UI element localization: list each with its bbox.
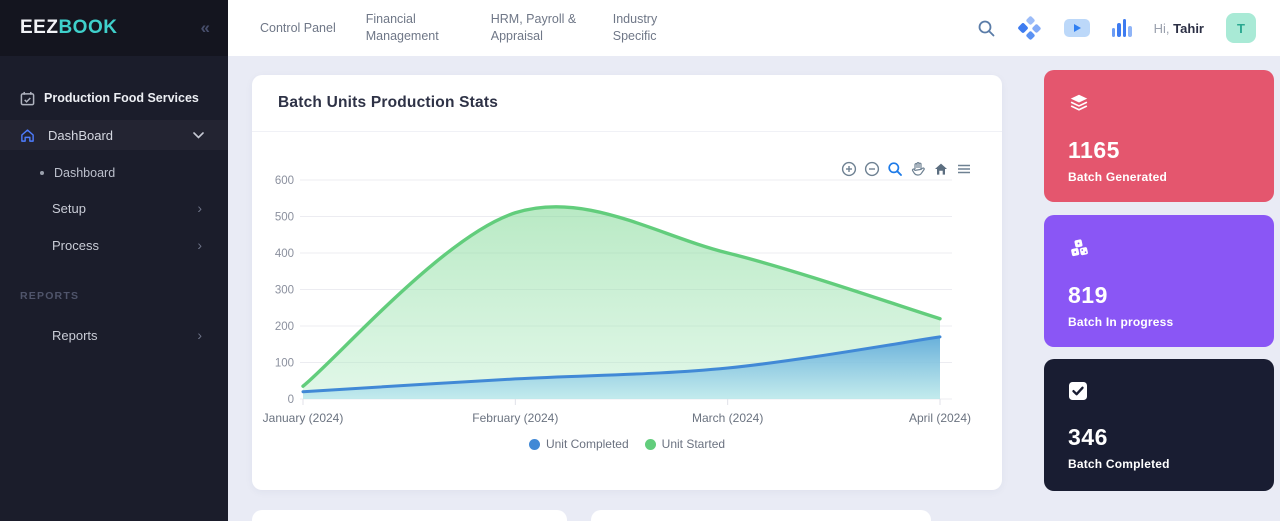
chevron-right-icon: › [197,200,202,216]
svg-text:0: 0 [288,394,294,406]
area-chart[interactable]: 0 100 200 300 400 500 600 January (2024) Februar… [252,75,1002,490]
sidebar-item-label: Dashboard [54,166,115,180]
sidebar-module-title[interactable]: Production Food Services [0,84,228,112]
zoom-out-icon[interactable] [864,161,880,177]
dice-icon [1068,237,1090,259]
sidebar-item-label: DashBoard [48,128,113,143]
sidebar-item-label: Setup [52,201,86,216]
stat-label: Batch In progress [1068,315,1250,329]
stat-card-batch-in-progress: 819 Batch In progress [1044,215,1274,347]
stat-card-batch-completed: 346 Batch Completed [1044,359,1274,491]
svg-text:March (2024): March (2024) [692,411,763,425]
legend-dot-blue [529,439,540,450]
topbar: Control Panel Financial Management HRM, … [228,0,1280,56]
sidebar-collapse-icon[interactable]: « [201,18,210,38]
pan-icon[interactable] [910,161,926,177]
chevron-down-icon [193,132,204,139]
calendar-check-icon [20,91,35,106]
chevron-right-icon: › [197,237,202,253]
logo-text-secondary: BOOK [58,17,117,38]
stat-label: Batch Completed [1068,457,1250,471]
sidebar-item-process[interactable]: Process › [0,230,228,260]
topbar-right: Hi, Tahir T [977,13,1280,43]
chart-card: Batch Units Production Stats [252,75,1002,490]
sidebar-item-label: Process [52,238,99,253]
chart-toolbar [841,161,972,177]
nav-item-control-panel[interactable]: Control Panel [260,20,336,37]
stat-label: Batch Generated [1068,170,1250,184]
sidebar-item-reports[interactable]: Reports › [0,320,228,350]
home-icon [20,128,35,143]
stat-value: 819 [1068,282,1250,309]
bar-chart-icon[interactable] [1112,19,1132,37]
user-greeting: Hi, Tahir [1154,21,1204,36]
avatar[interactable]: T [1226,13,1256,43]
partial-card-left [252,510,567,521]
svg-text:April (2024): April (2024) [909,411,971,425]
partial-card-right [591,510,931,521]
sidebar-item-label: Reports [52,328,98,343]
logo-text-primary: EEZ [20,17,58,38]
sidebar-item-dashboard-parent[interactable]: DashBoard [0,120,228,150]
svg-text:February (2024): February (2024) [472,411,558,425]
svg-text:200: 200 [275,321,294,333]
svg-text:January (2024): January (2024) [263,411,344,425]
nav-item-financial-management[interactable]: Financial Management [366,11,461,45]
search-icon[interactable] [977,19,996,38]
stat-card-batch-generated: 1165 Batch Generated [1044,70,1274,202]
legend-item-unit-completed[interactable]: Unit Completed [529,437,629,451]
chart-legend: Unit Completed Unit Started [252,437,1002,451]
nav-item-industry-specific[interactable]: Industry Specific [613,11,675,45]
sidebar: EEZBOOK « Production Food Services DashB… [0,0,228,521]
reset-zoom-home-icon[interactable] [933,161,949,177]
sidebar-module-title-label: Production Food Services [44,91,199,105]
nav-item-hrm-payroll[interactable]: HRM, Payroll & Appraisal [491,11,583,45]
menu-icon[interactable] [956,161,972,177]
sidebar-item-dashboard[interactable]: Dashboard [0,158,228,188]
top-navigation: Control Panel Financial Management HRM, … [228,11,675,45]
svg-text:600: 600 [275,175,294,187]
svg-text:500: 500 [275,212,294,224]
stat-value: 346 [1068,424,1250,451]
bullet-icon [40,171,44,175]
svg-text:400: 400 [275,248,294,260]
user-name: Tahir [1173,21,1204,36]
sidebar-logo-row: EEZBOOK « [0,0,228,56]
legend-dot-green [645,439,656,450]
app-logo[interactable]: EEZBOOK [20,17,117,39]
legend-label: Unit Completed [546,437,629,451]
check-square-icon [1068,381,1088,401]
legend-label: Unit Started [662,437,725,451]
selection-zoom-icon[interactable] [887,161,903,177]
layers-icon [1068,92,1090,114]
sidebar-item-setup[interactable]: Setup › [0,193,228,223]
stat-value: 1165 [1068,137,1250,164]
sidebar-section-heading: REPORTS [20,290,79,302]
legend-item-unit-started[interactable]: Unit Started [645,437,725,451]
video-play-icon[interactable] [1064,19,1090,37]
zoom-in-icon[interactable] [841,161,857,177]
svg-text:300: 300 [275,285,294,297]
svg-text:100: 100 [275,358,294,370]
chevron-right-icon: › [197,327,202,343]
apps-diamond-icon[interactable] [1018,16,1042,40]
